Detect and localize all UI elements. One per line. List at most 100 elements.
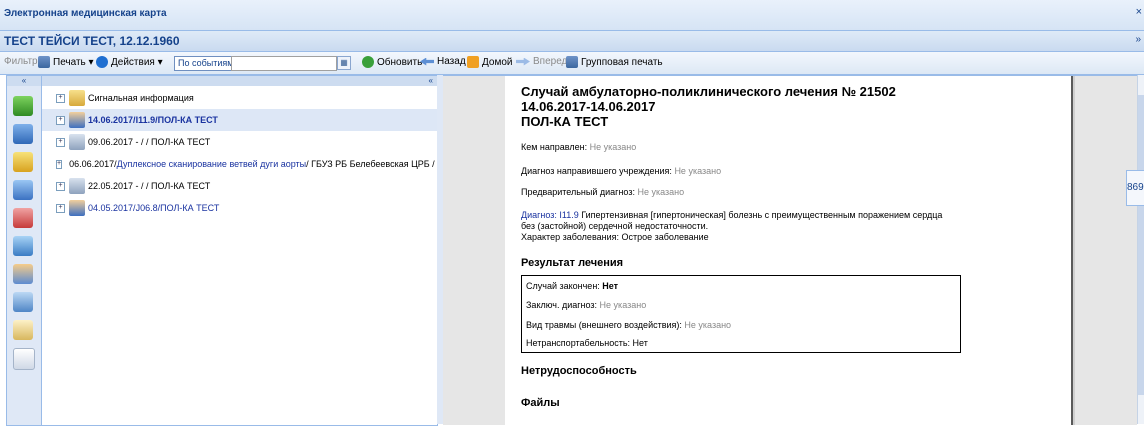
tree-row-visit[interactable]: + 04.05.2017 / J06.8 / ПОЛ-КА ТЕСТ [42,197,437,219]
vehicle-icon [69,178,85,194]
diagnosis-code[interactable]: I11.9 [559,210,578,220]
group-print-label: Групповая печать [581,56,663,68]
field-label: Предварительный диагноз: [521,187,638,197]
vertical-scrollbar[interactable] [1137,75,1144,424]
diagnosis-code[interactable]: I11.9 [136,115,156,125]
doctor-icon [69,200,85,216]
clinic-name[interactable]: ПОЛ-КА ТЕСТ [160,203,219,213]
tree-row-visit[interactable]: + 22.05.2017 - / / ПОЛ-КА ТЕСТ [42,175,437,197]
syringe-icon[interactable] [13,180,33,200]
visit-date[interactable]: 04.05.2017 [88,203,133,213]
actions-label: Действия ▾ [111,56,163,68]
patient-header: ТЕСТ ТЕЙСИ ТЕСТ, 12.12.1960 » [0,31,1144,52]
sidebar-collapse-icon[interactable]: « [7,76,41,86]
field-label: Диагноз направившего учреждения: [521,166,675,176]
filter-input[interactable] [231,56,337,71]
field-label: Вид травмы (внешнего воздействия): [526,320,685,330]
print-label: Печать ▾ [53,56,94,68]
referred-by-field: Кем направлен: Не указано [521,142,636,153]
injury-type-field: Вид травмы (внешнего воздействия): Не ук… [526,320,731,330]
refresh-label: Обновить [377,56,423,68]
edit-icon[interactable] [13,236,33,256]
forward-button[interactable]: Вперед [516,56,567,67]
patient-name: ТЕСТ ТЕЙСИ ТЕСТ, 12.12.1960 [4,34,180,48]
book-icon[interactable] [13,320,33,340]
tree-row-visit[interactable]: + 09.06.2017 - / / ПОЛ-КА ТЕСТ [42,131,437,153]
sun-icon[interactable] [13,152,33,172]
forward-label: Вперед [533,56,568,67]
home-button[interactable]: Домой [467,56,512,68]
field-label: Заключ. диагноз: [526,300,600,310]
expand-icon[interactable]: + [56,203,65,213]
field-value: Нет [632,338,648,348]
clinic-name[interactable]: ПОЛ-КА ТЕСТ [158,115,218,125]
scrollbar-thumb[interactable] [1138,95,1144,395]
actions-icon [96,56,108,68]
expand-icon[interactable]: + [56,137,65,147]
close-icon[interactable]: × [1136,6,1142,18]
diagnosis-code[interactable]: J06.8 [136,203,158,213]
group-print-button[interactable]: Групповая печать [566,56,663,68]
case-closed-field: Случай закончен: Нет [526,281,618,291]
tree-row-label: 22.05.2017 - / / ПОЛ-КА ТЕСТ [88,181,211,191]
users-icon[interactable] [13,264,33,284]
expand-icon[interactable]: + [56,159,63,169]
journal-icon[interactable] [13,208,33,228]
field-value: Не указано [599,300,647,310]
field-value: Не указано [637,187,685,197]
folder-info-icon [69,90,85,106]
expand-icon[interactable]: + [56,115,65,125]
tree-collapse-icon[interactable]: « [42,76,437,86]
tree-row-signal-info[interactable]: + Сигнальная информация [42,87,437,109]
disability-heading: Нетрудоспособность [521,365,637,377]
window-title: Электронная медицинская карта [4,8,167,19]
diagnosis-field: Диагноз: I11.9 Гипертензивная [гипертони… [521,210,942,243]
document-title-dates: 14.06.2017-14.06.2017 [521,99,656,114]
field-value: Не указано [684,320,732,330]
tree-row-visit[interactable]: + 14.06.2017 / I11.9 / ПОЛ-КА ТЕСТ [42,109,437,131]
diagnosis-text: Гипертензивная [гипертоническая] болезнь… [578,210,943,220]
events-tree: « + Сигнальная информация + 14.06.2017 /… [41,75,455,426]
vehicle-icon [69,134,85,150]
collapse-icon[interactable]: » [1135,34,1141,45]
home-icon [467,56,479,68]
sidebar: « [6,75,42,426]
document-viewer: Случай амбулаторно-поликлинического лече… [443,75,1137,425]
field-label: Кем направлен: [521,142,590,152]
mail-icon[interactable] [13,348,35,370]
by-events-toggle[interactable]: По событиям [174,56,238,71]
tree-row-service[interactable]: + 06.06.2017 / Дуплексное сканирование в… [42,153,455,175]
back-arrow-icon [420,57,434,66]
nontransportable-field: Нетранспортабельность: Нет [526,338,648,348]
tree-row-label: 09.06.2017 - / / ПОЛ-КА ТЕСТ [88,137,211,147]
document-title: Случай амбулаторно-поликлинического лече… [521,84,896,129]
field-value: Нет [602,281,619,291]
window-titlebar: Электронная медицинская карта × [0,0,1144,31]
toolbar: Фильтры Печать ▾ Действия ▾ По событиям … [0,52,1144,75]
back-button[interactable]: Назад [420,56,466,67]
tree-row-label: Сигнальная информация [88,93,194,103]
print-button[interactable]: Печать ▾ [38,56,94,68]
calendar-icon[interactable] [13,124,33,144]
home-label: Домой [482,56,513,68]
field-value: Не указано [589,142,637,152]
service-rest: / ГБУЗ РБ Белебеевская ЦРБ / УЗИ [306,159,455,169]
result-heading: Результат лечения [521,257,624,269]
expand-icon[interactable]: + [56,181,65,191]
expand-icon[interactable]: + [56,93,65,103]
disease-nature: Характер заболевания: Острое заболевание [521,232,709,242]
person-green-icon[interactable] [13,96,33,116]
visit-date[interactable]: 14.06.2017 [88,115,133,125]
refresh-button[interactable]: Обновить [362,56,422,68]
doctor-icon [69,112,85,128]
document-title-clinic: ПОЛ-КА ТЕСТ [521,114,609,129]
calendar-icon[interactable]: ▦ [337,56,351,70]
monitor-icon[interactable] [13,292,33,312]
actions-button[interactable]: Действия ▾ [96,56,163,68]
field-label: Нетранспортабельность: [526,338,633,348]
back-label: Назад [437,56,466,67]
printer-icon [38,56,50,68]
files-heading: Файлы [521,397,560,409]
service-name[interactable]: Дуплексное сканирование ветвей дуги аорт… [117,159,306,169]
side-tab[interactable]: 869 [1126,170,1144,206]
